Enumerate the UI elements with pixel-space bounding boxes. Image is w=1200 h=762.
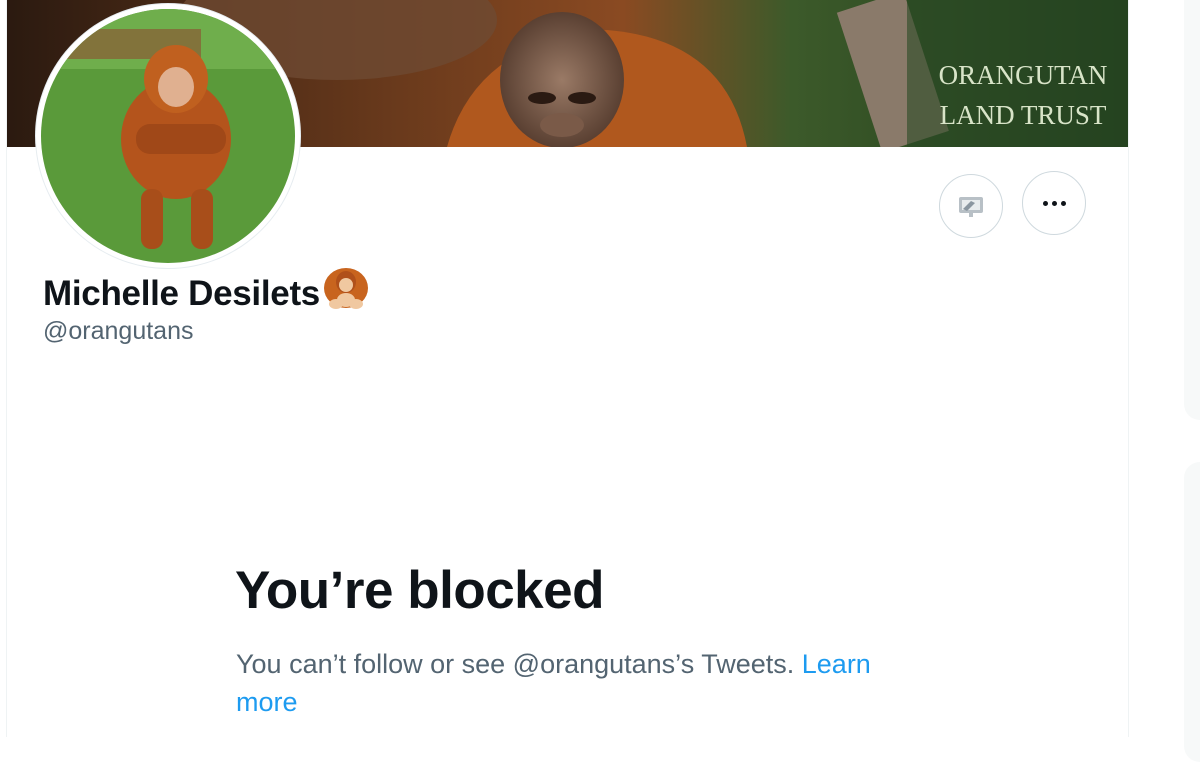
flag-edit-icon (959, 197, 983, 217)
suggest-button[interactable] (939, 174, 1003, 238)
banner-watermark-line1: ORANGUTAN (939, 60, 1108, 90)
blocked-message-text: You can’t follow or see @orangutans’s Tw… (236, 649, 795, 679)
banner-watermark-line2: LAND TRUST (940, 100, 1107, 130)
blocked-message: You can’t follow or see @orangutans’s Tw… (236, 645, 916, 721)
more-button[interactable] (1022, 171, 1086, 235)
sidebar-card-top (1184, 0, 1200, 420)
profile-column: ORANGUTAN LAND TRUST Michelle Desilets @… (6, 0, 1129, 737)
sidebar-card-bottom (1184, 462, 1200, 762)
profile-avatar[interactable] (36, 4, 300, 268)
profile-handle: @orangutans (43, 317, 194, 345)
more-dots-icon (1042, 200, 1066, 206)
avatar-image (41, 9, 295, 263)
orangutan-emoji-icon (322, 268, 370, 319)
display-name-text: Michelle Desilets (43, 273, 320, 313)
display-name: Michelle Desilets (43, 268, 370, 319)
blocked-title: You’re blocked (235, 561, 605, 620)
